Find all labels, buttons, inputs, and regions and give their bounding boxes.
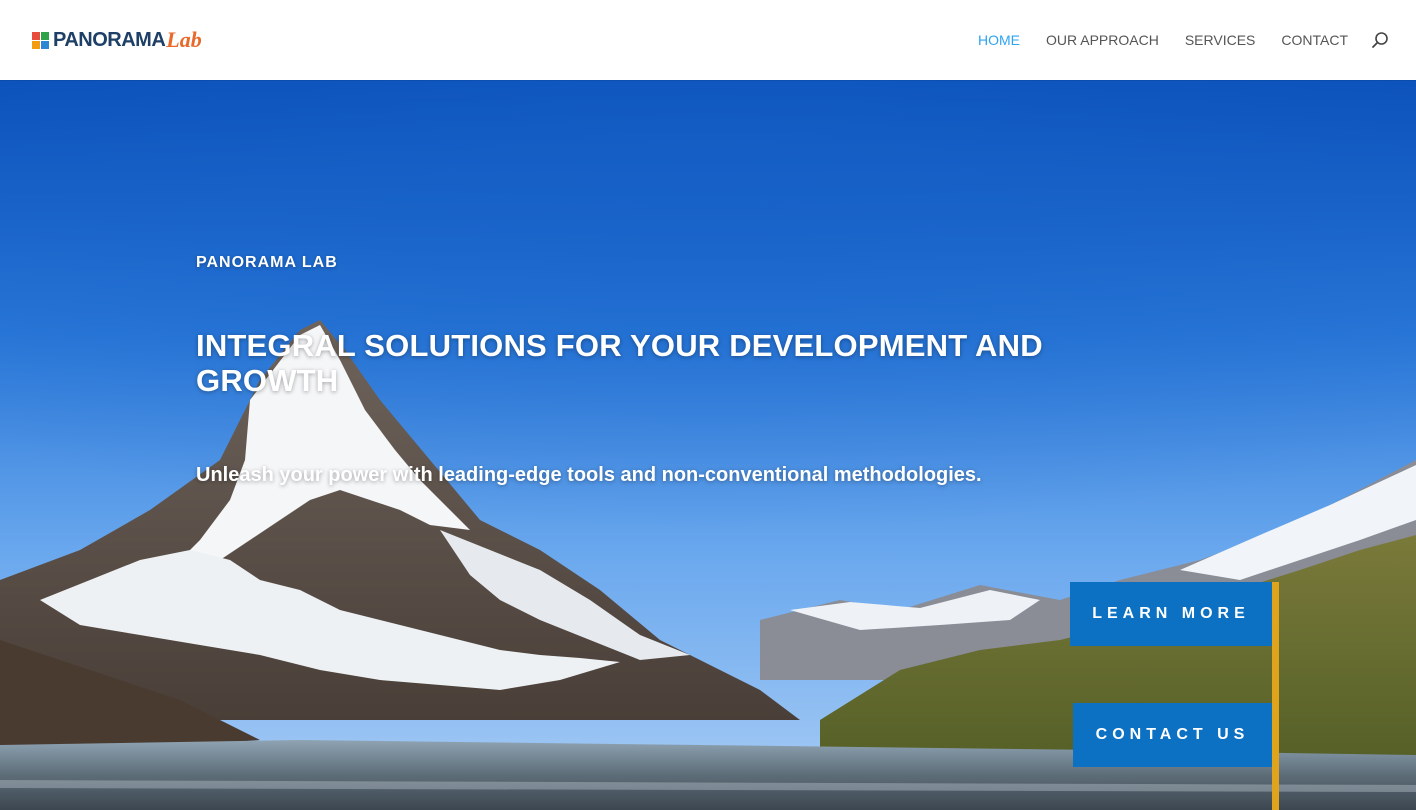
logo-text-lab: Lab <box>166 27 202 52</box>
site-header: PANORAMA Lab HOME OUR APPROACH SERVICES … <box>0 0 1416 80</box>
hero-headline: INTEGRAL SOLUTIONS FOR YOUR DEVELOPMENT … <box>196 328 1043 398</box>
nav-item-home[interactable]: HOME <box>978 32 1020 48</box>
contact-us-button[interactable]: CONTACT US <box>1073 703 1272 767</box>
nav-item-contact[interactable]: CONTACT <box>1281 32 1348 48</box>
hero-subline: Unleash your power with leading-edge too… <box>196 464 982 486</box>
logo[interactable]: PANORAMA Lab <box>32 27 202 52</box>
main-nav: HOME OUR APPROACH SERVICES CONTACT <box>978 0 1416 80</box>
search-icon <box>1372 32 1388 48</box>
hero-eyebrow: PANORAMA LAB <box>196 254 338 271</box>
nav-item-our-approach[interactable]: OUR APPROACH <box>1046 32 1159 48</box>
logo-mark-icon <box>32 31 49 49</box>
logo-text-panorama: PANORAMA <box>53 29 166 51</box>
nav-item-services[interactable]: SERVICES <box>1185 32 1256 48</box>
accent-bar <box>1272 582 1279 810</box>
hero-section: PANORAMA LAB INTEGRAL SOLUTIONS FOR YOUR… <box>0 80 1416 810</box>
hero-content: PANORAMA LAB INTEGRAL SOLUTIONS FOR YOUR… <box>0 80 1416 810</box>
learn-more-button[interactable]: LEARN MORE <box>1070 582 1272 646</box>
search-button[interactable] <box>1370 30 1390 50</box>
